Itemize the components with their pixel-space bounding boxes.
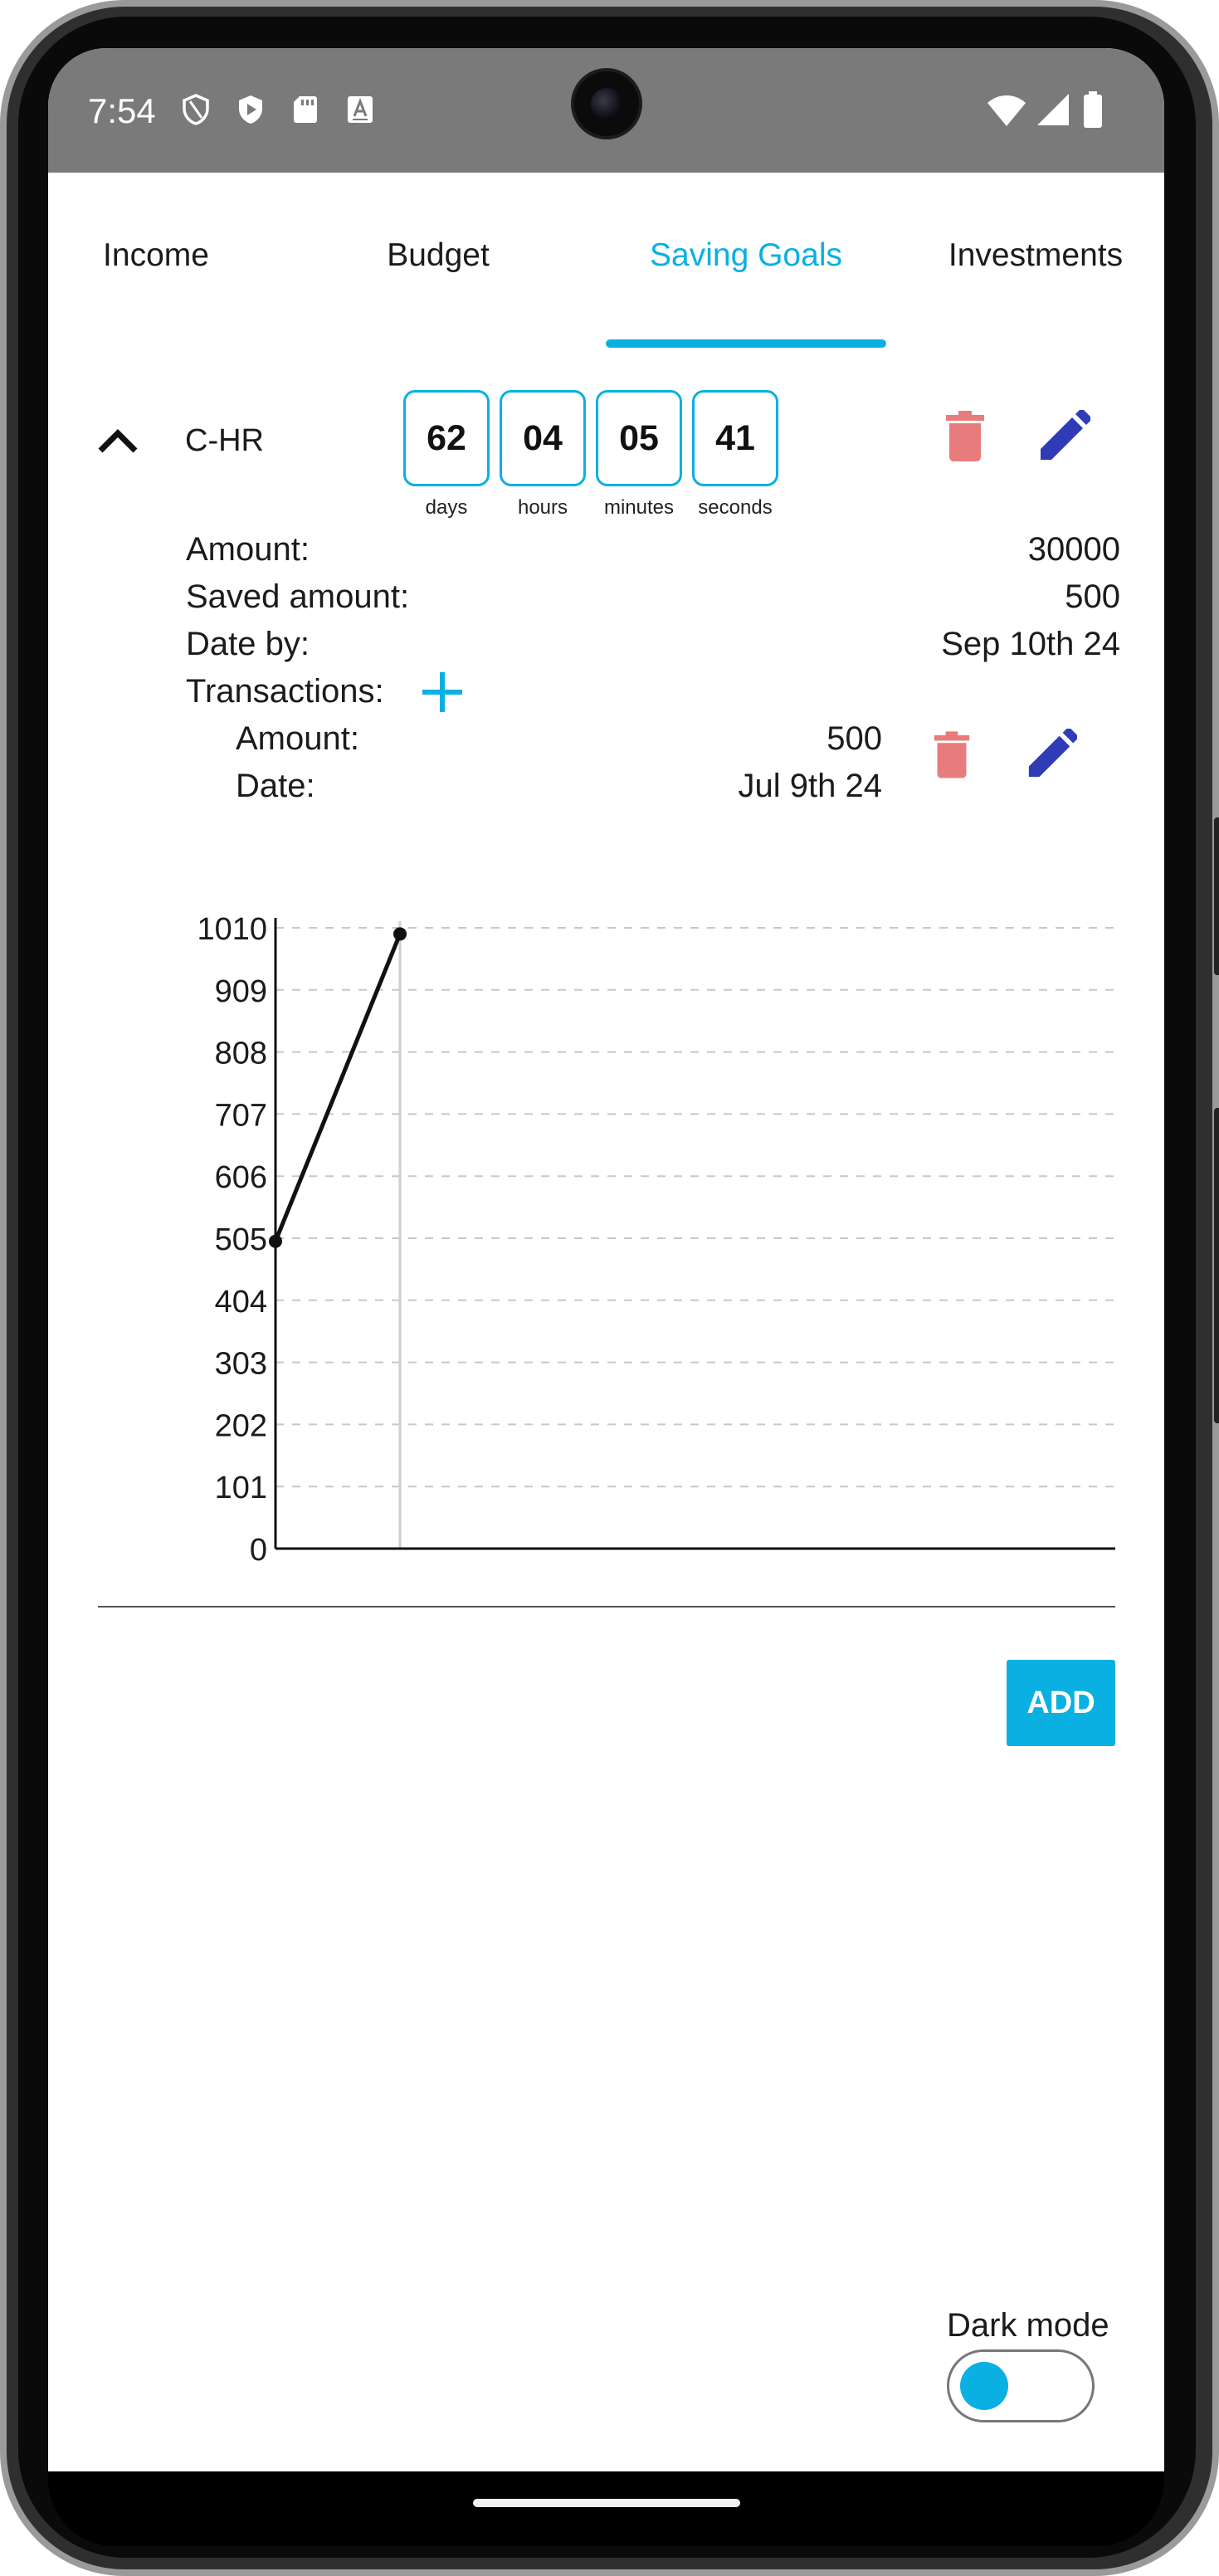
status-time: 7:54 [88, 91, 156, 130]
y-tick-label: 808 [215, 1037, 267, 1071]
countdown-seconds-label: seconds [698, 496, 773, 519]
add-transaction-icon[interactable] [419, 669, 466, 715]
phone-device: 7:54 Income Budget Saving Goals Investme… [0, 0, 1219, 2576]
toggle-knob [960, 2362, 1008, 2410]
tab-saving-goals[interactable]: Saving Goals [606, 237, 886, 274]
home-indicator[interactable] [473, 2499, 740, 2507]
countdown-minutes-label: minutes [603, 496, 675, 519]
screen: 7:54 Income Budget Saving Goals Investme… [48, 48, 1164, 2471]
transaction-date-label: Date: [236, 768, 315, 804]
battery-icon [1084, 91, 1102, 128]
amount-label: Amount: [186, 531, 310, 568]
data-point [269, 1234, 282, 1248]
shield-outline-icon [183, 94, 209, 125]
savings-line-chart: 0 101 202 303 404 505 606 707 808 909 1010 [197, 912, 1115, 1568]
tab-income[interactable]: Income [69, 237, 243, 274]
wifi-icon [987, 95, 1026, 126]
countdown-hours-label: hours [517, 496, 568, 519]
countdown-seconds: 41 [692, 390, 778, 486]
countdown-days: 62 [403, 390, 490, 486]
tab-investments[interactable]: Investments [928, 237, 1143, 274]
y-tick-label: 909 [215, 974, 267, 1009]
edit-transaction-icon[interactable] [1026, 729, 1077, 780]
countdown-days-label: days [425, 496, 468, 519]
dark-mode-label: Dark mode [947, 2307, 1109, 2344]
series-line [273, 933, 402, 1242]
chevron-up-icon[interactable] [94, 423, 142, 456]
y-tick-label: 101 [215, 1471, 267, 1505]
y-tick-label: 202 [215, 1408, 267, 1443]
keyboard-a-icon [348, 96, 373, 123]
section-divider [98, 1606, 1115, 1608]
date-by-value: Sep 10th 24 [941, 626, 1120, 662]
transaction-amount-value: 500 [826, 720, 882, 757]
y-tick-label: 505 [215, 1222, 267, 1257]
y-tick-label: 606 [215, 1160, 267, 1195]
bottom-bezel [48, 2471, 1164, 2546]
transaction-amount-label: Amount: [236, 720, 359, 757]
power-button [1214, 1108, 1219, 1423]
signal-icon [1037, 94, 1069, 125]
y-tick-label: 404 [215, 1285, 267, 1320]
tab-bar: Income Budget Saving Goals Investments [48, 173, 1164, 348]
amount-value: 30000 [1027, 531, 1120, 568]
date-by-label: Date by: [186, 626, 310, 662]
y-tick-label: 0 [250, 1533, 267, 1568]
y-tick-label: 303 [215, 1347, 267, 1382]
delete-transaction-icon[interactable] [933, 730, 971, 778]
y-tick-label: 1010 [197, 912, 267, 947]
data-point [393, 927, 407, 941]
play-shield-icon [239, 95, 262, 124]
goal-name: C-HR [185, 423, 264, 458]
volume-button [1214, 817, 1219, 975]
saved-amount-value: 500 [1065, 578, 1120, 615]
countdown-hours: 04 [500, 390, 586, 486]
delete-goal-icon[interactable] [944, 410, 986, 461]
edit-goal-icon[interactable] [1037, 410, 1090, 463]
transactions-label: Transactions: [186, 673, 384, 710]
add-goal-button[interactable]: ADD [1007, 1660, 1115, 1746]
front-camera [571, 68, 642, 139]
sd-card-icon [294, 96, 317, 123]
tab-budget[interactable]: Budget [351, 237, 525, 274]
countdown-minutes: 05 [596, 390, 682, 486]
status-bar: 7:54 [48, 48, 1164, 173]
active-tab-indicator [606, 339, 886, 348]
saved-amount-label: Saved amount: [186, 578, 410, 615]
dark-mode-toggle[interactable] [947, 2349, 1095, 2422]
transaction-date-value: Jul 9th 24 [738, 768, 882, 804]
y-tick-label: 707 [215, 1098, 267, 1133]
